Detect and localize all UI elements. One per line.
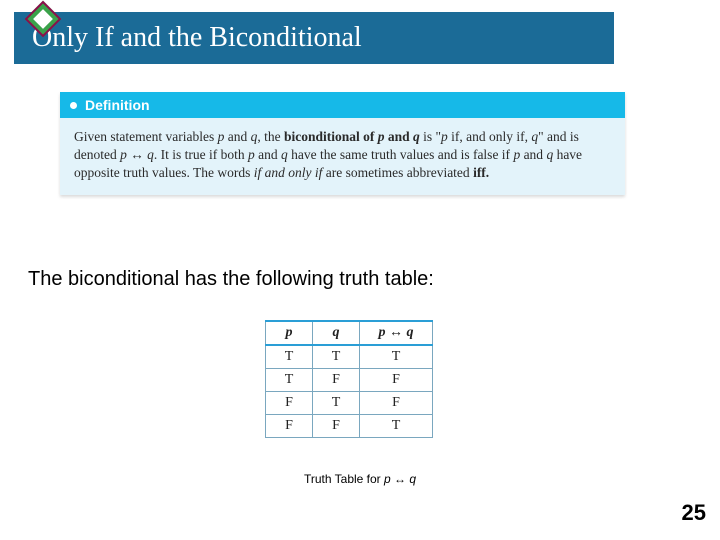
def-text: and <box>520 147 546 162</box>
def-text: and <box>255 147 281 162</box>
cell: F <box>313 415 360 438</box>
caption-symbol: p ↔ q <box>384 472 416 486</box>
cell: T <box>360 345 433 369</box>
col-q: q <box>313 321 360 345</box>
cell: F <box>313 369 360 392</box>
table-row: T F F <box>266 369 433 392</box>
definition-label: Definition <box>85 97 150 113</box>
slide-title: Only If and the Biconditional <box>32 22 362 54</box>
table-header-row: p q p ↔ q <box>266 321 433 345</box>
def-bold: biconditional of <box>284 129 378 144</box>
def-text: . It is true if both <box>154 147 248 162</box>
cell: F <box>266 415 313 438</box>
def-text: and <box>224 129 250 144</box>
title-bar: Only If and the Biconditional <box>14 12 614 64</box>
definition-box: Definition Given statement variables p a… <box>60 92 625 195</box>
cell: T <box>313 345 360 369</box>
var-p: p <box>248 147 255 162</box>
def-text: is " <box>420 129 441 144</box>
table-row: F F T <box>266 415 433 438</box>
def-text: Given statement variables <box>74 129 218 144</box>
cell: F <box>360 392 433 415</box>
truth-table: p q p ↔ q T T T T F F F T F F F T <box>265 320 433 438</box>
def-text: , the <box>257 129 284 144</box>
var-q: q <box>281 147 288 162</box>
def-italic: if and only if <box>254 165 323 180</box>
def-bold: and <box>384 129 413 144</box>
table-row: F T F <box>266 392 433 415</box>
cell: F <box>360 369 433 392</box>
lead-text: The biconditional has the following trut… <box>28 268 434 291</box>
table-caption: Truth Table for p ↔ q <box>0 472 720 486</box>
cell: F <box>266 392 313 415</box>
bullet-icon <box>70 102 77 109</box>
def-text: if, and only if, <box>448 129 532 144</box>
cell: T <box>360 415 433 438</box>
var-p: p <box>441 129 448 144</box>
cell: T <box>313 392 360 415</box>
def-bold: iff. <box>473 165 489 180</box>
def-text: are sometimes abbreviated <box>322 165 473 180</box>
cell: T <box>266 345 313 369</box>
col-pq: p ↔ q <box>360 321 433 345</box>
col-p: p <box>266 321 313 345</box>
def-bold: q <box>413 129 420 144</box>
table-row: T T T <box>266 345 433 369</box>
cell: T <box>266 369 313 392</box>
definition-header: Definition <box>60 92 625 118</box>
definition-body: Given statement variables p and q , the b… <box>60 118 625 195</box>
caption-text: Truth Table for <box>304 472 384 486</box>
page-number: 25 <box>682 500 706 526</box>
biconditional-symbol: p ↔ q <box>120 147 154 162</box>
def-text: have the same truth values and is false … <box>288 147 514 162</box>
